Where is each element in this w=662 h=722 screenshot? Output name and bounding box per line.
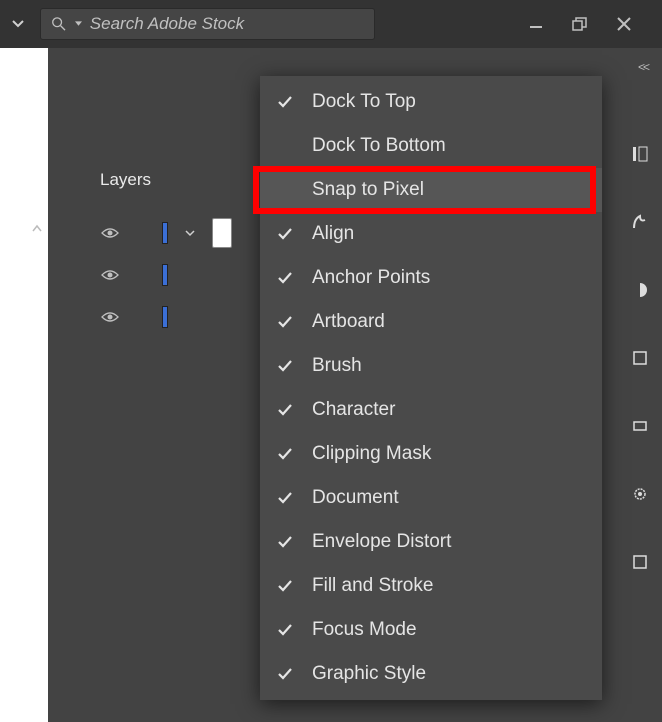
menu-item-label: Dock To Bottom bbox=[312, 135, 588, 157]
menu-item-brush[interactable]: Brush bbox=[260, 344, 602, 388]
top-toolbar bbox=[0, 0, 662, 48]
menu-item-document[interactable]: Document bbox=[260, 476, 602, 520]
menu-item-label: Focus Mode bbox=[312, 619, 588, 641]
search-icon bbox=[51, 15, 67, 33]
menu-item-label: Envelope Distort bbox=[312, 531, 588, 553]
layer-color-bar bbox=[162, 222, 168, 244]
menu-item-label: Brush bbox=[312, 355, 588, 377]
menu-item-label: Clipping Mask bbox=[312, 443, 588, 465]
panel-collapse-right[interactable]: << bbox=[638, 60, 648, 74]
chevron-up-icon bbox=[31, 223, 43, 235]
menu-item-label: Fill and Stroke bbox=[312, 575, 588, 597]
libraries-icon[interactable] bbox=[629, 211, 651, 233]
close-button[interactable] bbox=[614, 14, 634, 34]
canvas-area[interactable] bbox=[0, 48, 48, 722]
visibility-toggle[interactable] bbox=[100, 227, 120, 239]
eye-icon bbox=[101, 227, 119, 239]
chevron-down-icon bbox=[11, 17, 25, 31]
window-controls bbox=[526, 14, 634, 34]
menu-item-clipping-mask[interactable]: Clipping Mask bbox=[260, 432, 602, 476]
checkmark-icon bbox=[274, 357, 296, 375]
symbols-icon[interactable] bbox=[629, 551, 651, 573]
search-box[interactable] bbox=[40, 8, 375, 40]
menu-item-focus-mode[interactable]: Focus Mode bbox=[260, 608, 602, 652]
menu-item-label: Align bbox=[312, 223, 588, 245]
chevron-down-icon bbox=[184, 227, 196, 239]
checkmark-icon bbox=[274, 269, 296, 287]
menu-item-align[interactable]: Align bbox=[260, 212, 602, 256]
panel-collapse-left[interactable] bbox=[28, 220, 46, 238]
menu-item-character[interactable]: Character bbox=[260, 388, 602, 432]
menu-item-label: Snap to Pixel bbox=[312, 179, 588, 201]
minimize-button[interactable] bbox=[526, 14, 546, 34]
checkmark-icon bbox=[274, 621, 296, 639]
menu-item-label: Character bbox=[312, 399, 588, 421]
checkmark-icon bbox=[274, 93, 296, 111]
checkmark-icon bbox=[274, 577, 296, 595]
minimize-icon bbox=[528, 16, 544, 32]
menu-item-label: Anchor Points bbox=[312, 267, 588, 289]
menu-item-graphic-style[interactable]: Graphic Style bbox=[260, 652, 602, 696]
restore-icon bbox=[571, 15, 589, 33]
layer-color-bar bbox=[162, 306, 168, 328]
eye-icon bbox=[101, 269, 119, 281]
menu-item-envelope-distort[interactable]: Envelope Distort bbox=[260, 520, 602, 564]
swatches-icon[interactable] bbox=[629, 347, 651, 369]
checkmark-icon bbox=[274, 533, 296, 551]
menu-item-label: Graphic Style bbox=[312, 663, 588, 685]
color-icon[interactable] bbox=[629, 279, 651, 301]
checkmark-icon bbox=[274, 313, 296, 331]
restore-button[interactable] bbox=[570, 14, 590, 34]
context-menu: Dock To Top Dock To Bottom Snap to Pixel Al… bbox=[260, 76, 602, 700]
visibility-toggle[interactable] bbox=[100, 269, 120, 281]
menu-item-label: Document bbox=[312, 487, 588, 509]
layer-color-bar bbox=[162, 264, 168, 286]
visibility-toggle[interactable] bbox=[100, 311, 120, 323]
checkmark-icon bbox=[274, 401, 296, 419]
menu-item-anchor-points[interactable]: Anchor Points bbox=[260, 256, 602, 300]
close-icon bbox=[616, 16, 632, 32]
workspace-dropdown[interactable] bbox=[8, 14, 28, 34]
properties-icon[interactable] bbox=[629, 143, 651, 165]
checkmark-icon bbox=[274, 225, 296, 243]
search-input[interactable] bbox=[90, 14, 364, 34]
menu-item-label: Artboard bbox=[312, 311, 588, 333]
menu-item-fill-and-stroke[interactable]: Fill and Stroke bbox=[260, 564, 602, 608]
layer-expand-toggle[interactable] bbox=[182, 227, 198, 239]
checkmark-icon bbox=[274, 489, 296, 507]
right-toolbar: << bbox=[618, 48, 662, 722]
menu-item-label: Dock To Top bbox=[312, 91, 588, 113]
eye-icon bbox=[101, 311, 119, 323]
menu-item-dock-to-top[interactable]: Dock To Top bbox=[260, 80, 602, 124]
checkmark-icon bbox=[274, 665, 296, 683]
checkmark-icon bbox=[274, 445, 296, 463]
brushes-icon[interactable] bbox=[629, 415, 651, 437]
gear-icon[interactable] bbox=[629, 483, 651, 505]
caret-down-icon bbox=[75, 20, 82, 28]
menu-item-dock-to-bottom[interactable]: Dock To Bottom bbox=[260, 124, 602, 168]
layer-thumbnail[interactable] bbox=[212, 218, 232, 248]
menu-item-snap-to-pixel[interactable]: Snap to Pixel bbox=[260, 168, 602, 212]
menu-item-artboard[interactable]: Artboard bbox=[260, 300, 602, 344]
